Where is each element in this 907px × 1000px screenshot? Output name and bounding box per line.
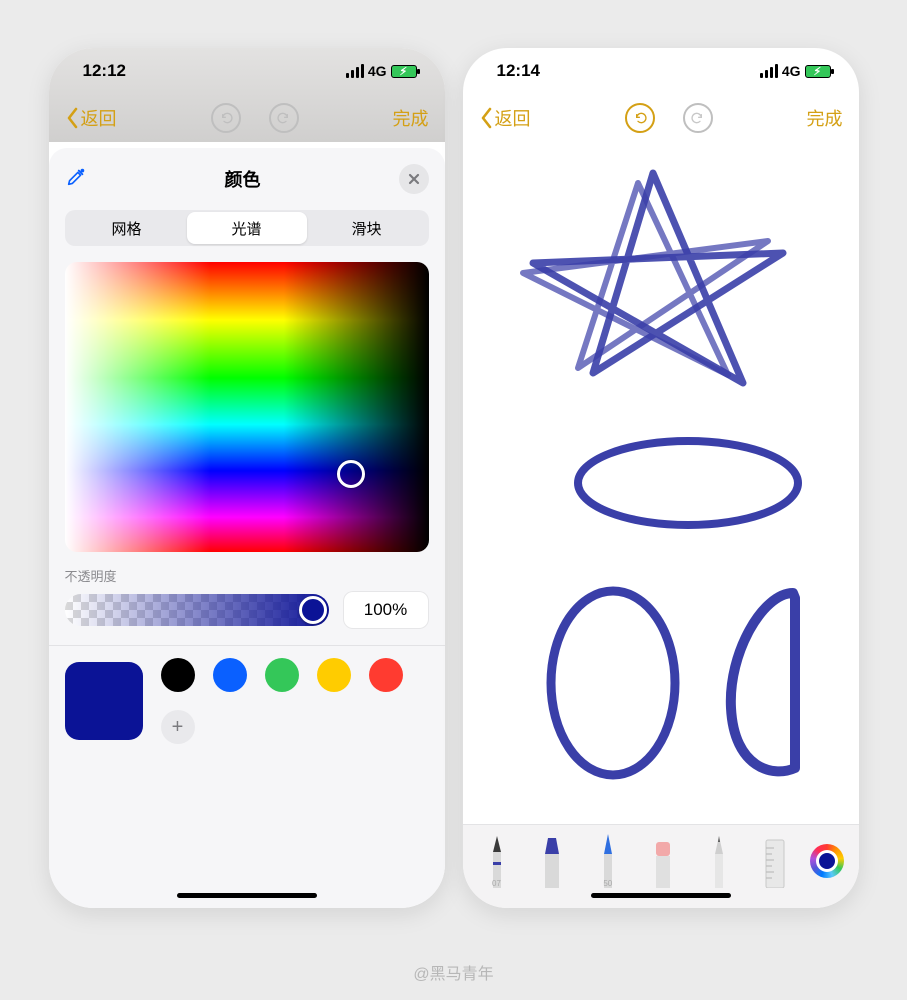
chevron-left-icon [479, 107, 493, 129]
eraser-icon [649, 832, 677, 888]
tab-spectrum-label: 光谱 [231, 218, 261, 239]
back-button[interactable]: 返回 [65, 105, 117, 131]
swatch-green[interactable] [265, 658, 299, 692]
status-right: 4G ⚡︎ [346, 63, 417, 79]
eyedropper-button[interactable] [65, 166, 87, 193]
undo-icon [218, 110, 234, 126]
divider [49, 645, 445, 646]
watermark: @黑马青年 [413, 960, 493, 984]
highlighter-size-label: 50 [603, 879, 612, 888]
ruler-icon [760, 832, 790, 888]
status-right: 4G ⚡︎ [760, 63, 831, 79]
current-color-dot [819, 853, 835, 869]
redo-button[interactable] [683, 103, 713, 133]
close-icon [408, 173, 420, 185]
home-indicator[interactable] [177, 893, 317, 898]
signal-icon [346, 64, 364, 78]
battery-icon: ⚡︎ [805, 65, 831, 78]
nav-bar: 返回 完成 [49, 94, 445, 142]
chevron-left-icon [65, 107, 79, 129]
opacity-slider[interactable] [65, 594, 329, 626]
current-color-swatch[interactable] [65, 662, 143, 740]
add-swatch-button[interactable]: + [161, 710, 195, 744]
sheet-title: 颜色 [225, 166, 261, 192]
done-label: 完成 [807, 109, 843, 129]
drawing-strokes [463, 142, 859, 824]
eyedropper-icon [65, 166, 87, 188]
picker-mode-segmented[interactable]: 网格 光谱 滑块 [65, 210, 429, 246]
preset-swatches: + [161, 658, 411, 744]
spectrum-cursor[interactable] [337, 460, 365, 488]
phone-drawing-canvas: 12:14 4G ⚡︎ 返回 完成 [463, 48, 859, 908]
tool-marker[interactable] [532, 832, 572, 888]
tool-ruler[interactable] [755, 832, 795, 888]
tab-grid[interactable]: 网格 [67, 212, 187, 244]
home-indicator[interactable] [591, 893, 731, 898]
status-time: 12:12 [83, 61, 126, 81]
signal-icon [760, 64, 778, 78]
network-label: 4G [368, 63, 387, 79]
spectrum-area[interactable] [65, 262, 429, 552]
undo-button[interactable] [211, 103, 241, 133]
tab-spectrum[interactable]: 光谱 [187, 212, 307, 244]
swatch-yellow[interactable] [317, 658, 351, 692]
done-button[interactable]: 完成 [807, 105, 843, 131]
tab-sliders[interactable]: 滑块 [307, 212, 427, 244]
done-button[interactable]: 完成 [393, 105, 429, 131]
color-picker-button[interactable] [810, 844, 844, 878]
swatch-blue[interactable] [213, 658, 247, 692]
tool-pencil[interactable] [699, 832, 739, 888]
opacity-value-field[interactable]: 100% [343, 591, 429, 629]
done-label: 完成 [393, 109, 429, 129]
status-time: 12:14 [497, 61, 540, 81]
redo-icon [690, 110, 706, 126]
opacity-label: 不透明度 [65, 566, 429, 585]
nav-bar: 返回 完成 [463, 94, 859, 142]
pencil-icon [707, 832, 731, 888]
back-label: 返回 [495, 105, 531, 131]
drawing-canvas[interactable] [463, 142, 859, 824]
status-bar: 12:12 4G ⚡︎ [49, 48, 445, 94]
opacity-value: 100% [364, 600, 407, 620]
tool-highlighter[interactable]: 50 [588, 832, 628, 888]
network-label: 4G [782, 63, 801, 79]
status-bar: 12:14 4G ⚡︎ [463, 48, 859, 94]
tool-eraser[interactable] [643, 832, 683, 888]
tab-grid-label: 网格 [111, 218, 141, 239]
plus-icon: + [172, 716, 184, 739]
phone-color-picker: 12:12 4G ⚡︎ 返回 [49, 48, 445, 908]
back-button[interactable]: 返回 [479, 105, 531, 131]
tool-pen[interactable]: 07 [477, 832, 517, 888]
marker-icon [537, 832, 567, 888]
undo-icon [632, 110, 648, 126]
tab-sliders-label: 滑块 [351, 218, 381, 239]
redo-button[interactable] [269, 103, 299, 133]
color-picker-sheet: 颜色 网格 光谱 滑块 不透明度 100% [49, 148, 445, 908]
undo-button[interactable] [625, 103, 655, 133]
pen-size-label: 07 [492, 879, 501, 888]
opacity-thumb[interactable] [299, 596, 327, 624]
swatch-red[interactable] [369, 658, 403, 692]
back-label: 返回 [81, 105, 117, 131]
swatch-black[interactable] [161, 658, 195, 692]
close-button[interactable] [399, 164, 429, 194]
redo-icon [276, 110, 292, 126]
battery-icon: ⚡︎ [391, 65, 417, 78]
